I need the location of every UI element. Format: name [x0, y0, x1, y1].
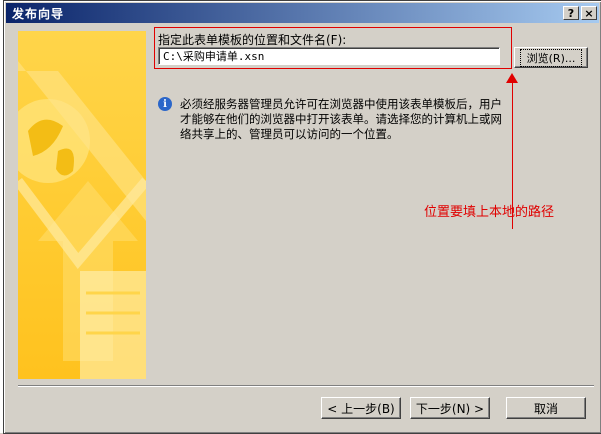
- help-button[interactable]: ?: [563, 6, 579, 20]
- browse-button[interactable]: 浏览(R)...: [514, 47, 588, 68]
- window-title: 发布向导: [12, 6, 65, 21]
- location-path-input[interactable]: [158, 47, 500, 65]
- close-button[interactable]: ×: [581, 6, 597, 20]
- location-label: 指定此表单模板的位置和文件名(F):: [158, 33, 347, 47]
- next-button[interactable]: 下一步(N) >: [410, 397, 490, 419]
- info-message: 必须经服务器管理员允许可在浏览器中使用该表单模板后，用户才能够在他们的浏览器中打…: [180, 97, 502, 141]
- back-button[interactable]: < 上一步(B): [321, 397, 401, 419]
- info-icon: i: [158, 97, 172, 111]
- cancel-button[interactable]: 取消: [506, 397, 586, 419]
- banner-graphic: [18, 61, 146, 379]
- browse-button-label: 浏览(R)...: [519, 48, 583, 67]
- annotation-text: 位置要填上本地的路径: [424, 205, 555, 220]
- title-bar[interactable]: 发布向导 ? ×: [6, 3, 599, 23]
- wizard-banner-image: [18, 31, 146, 379]
- button-divider: [18, 385, 594, 387]
- publish-wizard-dialog: 发布向导 ? × 指定此表单模板的位置和文件名(F): 浏览(R)... i 必…: [3, 0, 601, 434]
